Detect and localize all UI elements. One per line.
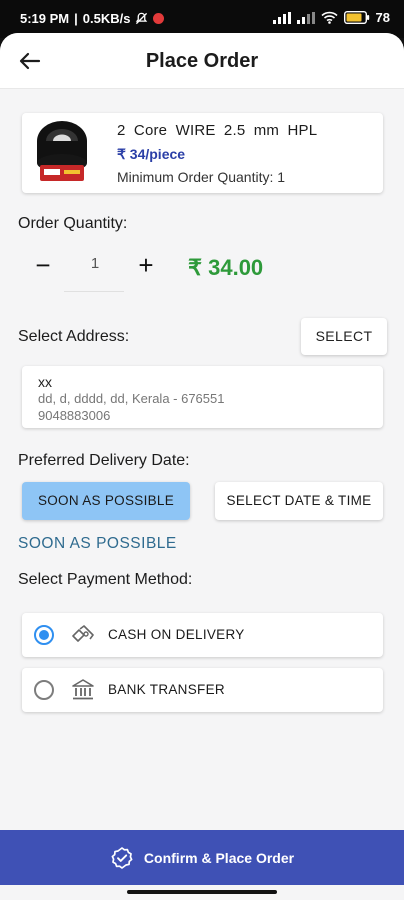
address-line: dd, d, dddd, dd, Kerala - 676551	[38, 391, 225, 406]
wifi-icon	[320, 11, 338, 24]
delivery-date-label: Preferred Delivery Date:	[18, 452, 190, 469]
signal-icon	[296, 11, 315, 24]
quantity-input[interactable]: 1	[66, 255, 124, 272]
address-phone: 9048883006	[38, 408, 111, 423]
battery-level: 78	[375, 10, 390, 25]
battery-icon	[343, 11, 369, 24]
selected-delivery-date: SOON AS POSSIBLE	[18, 535, 177, 552]
bank-icon	[72, 679, 94, 700]
order-quantity-label: Order Quantity:	[18, 215, 128, 232]
select-address-button[interactable]: SELECT	[301, 318, 387, 355]
app-header: Place Order	[0, 33, 404, 89]
status-right: 78	[272, 10, 390, 25]
place-order-screen: Place Order 2 Core WIRE 2.5 mm HPL ₹ 34/…	[0, 33, 404, 900]
address-card[interactable]: xx dd, d, dddd, dd, Kerala - 676551 9048…	[22, 366, 383, 428]
increment-button[interactable]: +	[133, 252, 159, 279]
payment-label: CASH ON DELIVERY	[108, 627, 245, 642]
confirm-place-order-button[interactable]: Confirm & Place Order	[0, 830, 404, 885]
radio-cash-on-delivery[interactable]	[34, 625, 54, 645]
soon-as-possible-button[interactable]: SOON AS POSSIBLE	[22, 482, 190, 520]
product-card[interactable]: 2 Core WIRE 2.5 mm HPL ₹ 34/piece Minimu…	[22, 113, 383, 193]
payment-option-bank-transfer[interactable]: BANK TRANSFER	[22, 668, 383, 712]
product-name: 2 Core WIRE 2.5 mm HPL	[117, 122, 318, 139]
cash-hand-icon	[72, 625, 94, 642]
quantity-underline	[64, 291, 124, 292]
product-price: ₹ 34/piece	[117, 146, 186, 162]
signal-icon	[272, 11, 291, 24]
status-left: 5:19 PM | 0.5KB/s	[20, 11, 165, 26]
payment-label: BANK TRANSFER	[108, 682, 225, 697]
select-date-time-button[interactable]: SELECT DATE & TIME	[215, 482, 383, 520]
order-total: ₹ 34.00	[188, 255, 264, 280]
decrement-button[interactable]: −	[30, 252, 56, 279]
payment-method-label: Select Payment Method:	[18, 571, 193, 588]
check-circle-icon	[111, 846, 133, 869]
address-name: xx	[38, 374, 52, 390]
notification-icon	[153, 13, 165, 24]
payment-option-cash-on-delivery[interactable]: CASH ON DELIVERY	[22, 613, 383, 657]
status-speed: 0.5KB/s	[82, 11, 131, 26]
status-time: 5:19 PM	[20, 11, 70, 26]
select-address-label: Select Address:	[18, 328, 130, 345]
minimum-order-quantity: Minimum Order Quantity: 1	[117, 169, 286, 185]
product-image	[37, 121, 87, 181]
confirm-label: Confirm & Place Order	[143, 849, 295, 866]
quantity-stepper: − 1 + ₹ 34.00	[0, 252, 404, 303]
mute-bell-icon	[136, 12, 148, 25]
page-title: Place Order	[145, 50, 259, 72]
home-indicator[interactable]	[127, 890, 277, 894]
radio-bank-transfer[interactable]	[34, 680, 54, 700]
